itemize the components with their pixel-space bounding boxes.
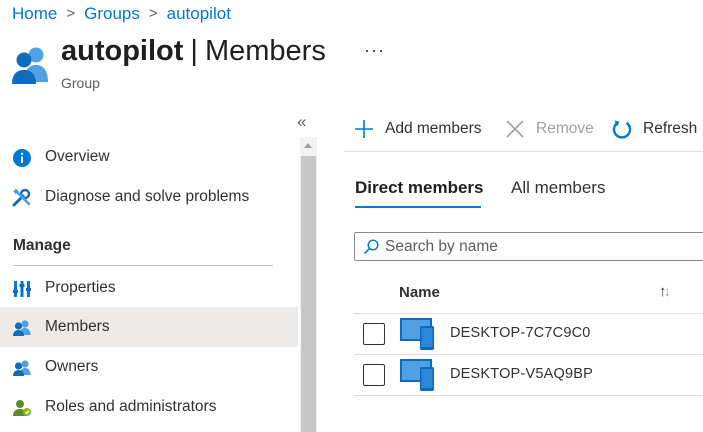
device-icon — [400, 359, 434, 391]
refresh-label: Refresh — [643, 120, 698, 137]
plus-icon — [355, 120, 373, 138]
breadcrumb-group-link[interactable]: autopilot — [167, 4, 231, 24]
members-icon — [13, 320, 31, 336]
nav-item-properties[interactable]: Properties — [0, 268, 298, 308]
close-icon — [506, 120, 524, 138]
section-divider — [13, 265, 273, 266]
row-checkbox[interactable] — [363, 364, 385, 386]
search-box[interactable] — [354, 232, 703, 261]
nav-item-diagnose[interactable]: Diagnose and solve problems — [0, 177, 298, 217]
search-input[interactable] — [385, 236, 695, 257]
scroll-up-arrow-icon[interactable] — [304, 143, 312, 148]
collapse-nav-button[interactable]: « — [297, 112, 306, 132]
breadcrumb-home-link[interactable]: Home — [12, 4, 57, 24]
row-name[interactable]: DESKTOP-V5AQ9BP — [450, 366, 593, 382]
nav-item-label: Roles and administrators — [45, 398, 217, 415]
table-row[interactable]: DESKTOP-V5AQ9BP — [354, 355, 703, 395]
tab-direct-members[interactable]: Direct members — [355, 178, 484, 198]
info-icon — [13, 149, 31, 167]
nav-item-overview[interactable]: Overview — [0, 137, 298, 177]
nav-item-roles[interactable]: Roles and administrators — [0, 387, 298, 427]
breadcrumb: Home > Groups > autopilot — [12, 4, 231, 24]
page-title: autopilot | Members — [61, 35, 326, 68]
remove-label: Remove — [536, 120, 594, 137]
add-members-label: Add members — [385, 120, 482, 137]
tab-all-members[interactable]: All members — [511, 178, 605, 198]
breadcrumb-groups-link[interactable]: Groups — [84, 4, 140, 24]
title-separator: | — [190, 35, 198, 67]
properties-icon — [13, 281, 31, 297]
more-options-button[interactable]: ··· — [364, 40, 385, 61]
device-icon — [400, 318, 434, 350]
nav-item-label: Members — [45, 318, 110, 335]
wrench-icon — [12, 188, 31, 207]
nav-scrollbar-thumb[interactable] — [301, 156, 316, 432]
nav-item-owners[interactable]: Owners — [0, 347, 298, 387]
group-icon — [12, 47, 48, 84]
nav-item-label: Owners — [45, 358, 99, 375]
group-name-title: autopilot — [61, 35, 184, 67]
active-tab-indicator — [355, 206, 481, 208]
owners-icon — [13, 360, 31, 376]
row-checkbox[interactable] — [363, 323, 385, 345]
search-icon — [364, 239, 379, 254]
add-members-button[interactable]: Add members — [354, 116, 481, 142]
refresh-icon — [612, 120, 632, 139]
page-subtitle: Group — [61, 75, 100, 91]
sort-icon[interactable]: ↑↓ — [659, 283, 671, 300]
refresh-button[interactable]: Refresh — [612, 116, 697, 142]
table-row[interactable]: DESKTOP-7C7C9C0 — [354, 314, 703, 354]
sort-down-arrow-icon: ↓ — [663, 283, 671, 300]
row-divider — [354, 395, 703, 396]
nav-item-label: Overview — [45, 148, 110, 165]
name-column-header[interactable]: Name — [399, 284, 440, 301]
nav-item-members[interactable]: Members — [0, 307, 298, 347]
nav-item-label: Diagnose and solve problems — [45, 188, 250, 205]
nav-item-label: Properties — [45, 279, 116, 296]
page-name-title: Members — [204, 35, 326, 67]
remove-button[interactable]: Remove — [505, 116, 594, 142]
manage-section-heading: Manage — [13, 237, 71, 254]
roles-icon — [13, 400, 31, 416]
breadcrumb-chevron-icon: > — [66, 4, 76, 22]
toolbar-divider — [344, 151, 703, 152]
breadcrumb-chevron-icon: > — [148, 4, 158, 22]
row-name[interactable]: DESKTOP-7C7C9C0 — [450, 325, 591, 341]
